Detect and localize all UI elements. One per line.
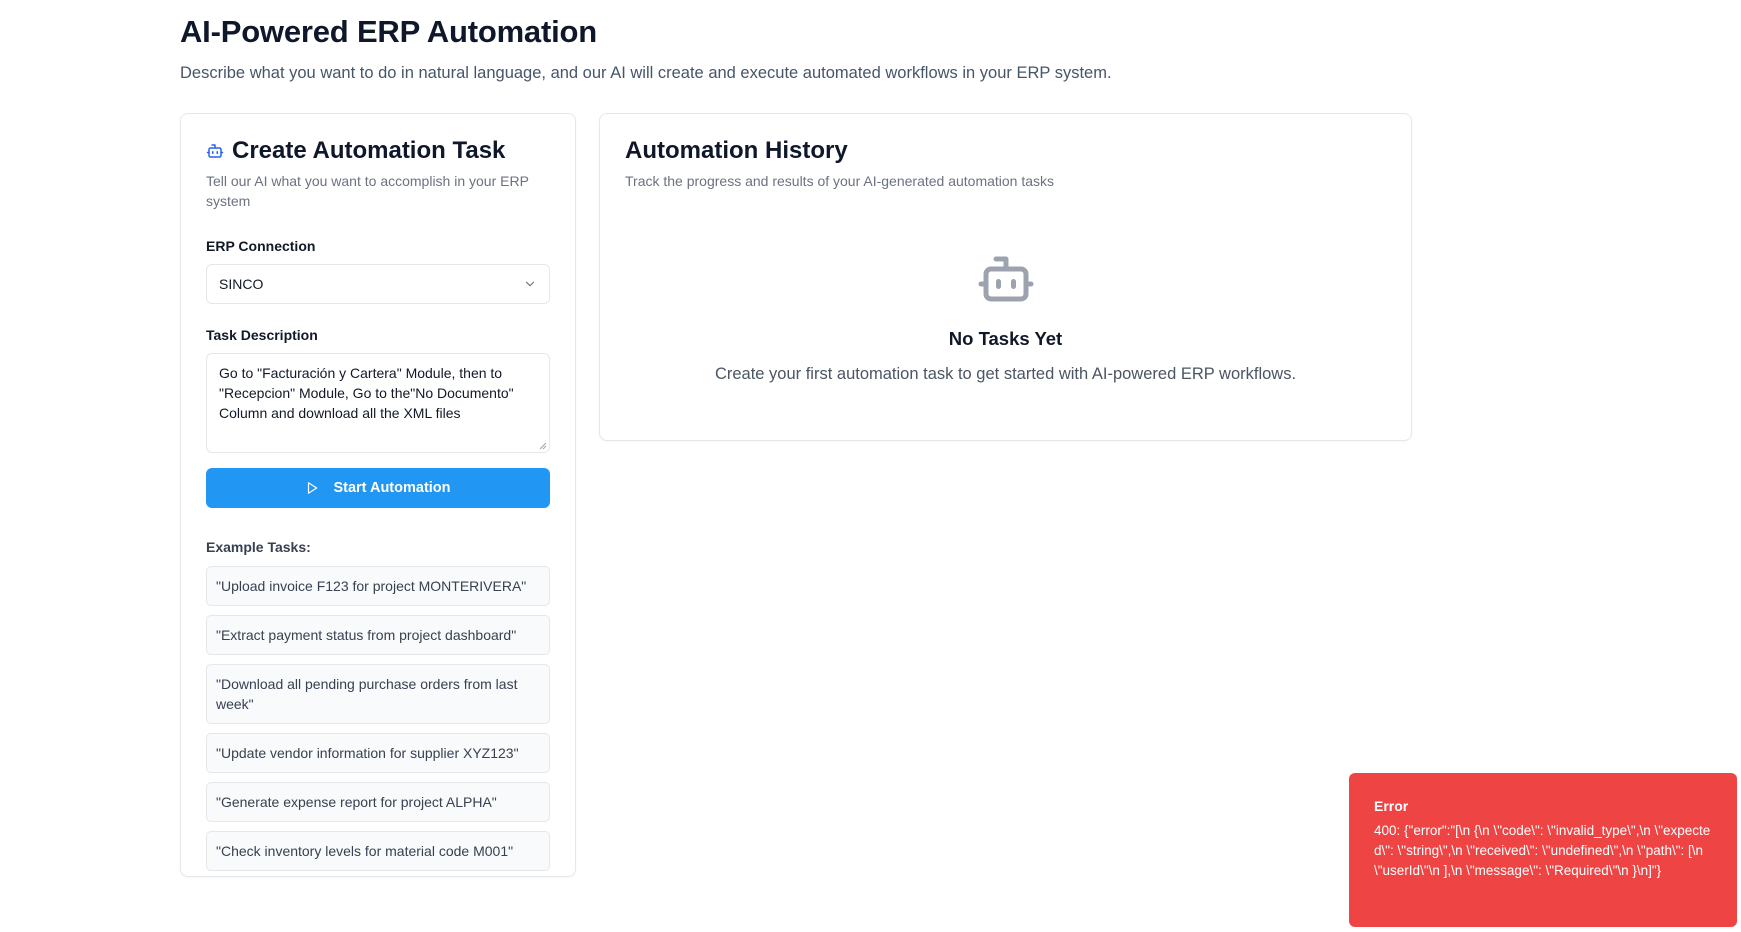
- empty-state-title: No Tasks Yet: [948, 328, 1063, 349]
- page-subtitle: Describe what you want to do in natural …: [180, 64, 1112, 82]
- resize-handle-icon[interactable]: [539, 442, 547, 450]
- page-title: AI-Powered ERP Automation: [180, 14, 597, 49]
- task-description-textarea[interactable]: Go to "Facturación y Cartera" Module, th…: [206, 353, 550, 453]
- bot-icon: [206, 142, 224, 160]
- error-toast[interactable]: Error 400: {"error":"[\n {\n \"code\": \…: [1349, 773, 1737, 927]
- empty-state: No Tasks Yet Create your first automatio…: [625, 249, 1386, 385]
- start-automation-label: Start Automation: [333, 480, 451, 496]
- erp-connection-label: ERP Connection: [206, 238, 316, 254]
- example-task-item[interactable]: "Download all pending purchase orders fr…: [206, 664, 550, 724]
- example-task-item[interactable]: "Extract payment status from project das…: [206, 615, 550, 655]
- error-toast-title: Error: [1374, 798, 1409, 814]
- create-task-card: Create Automation Task Tell our AI what …: [180, 113, 576, 877]
- example-task-item[interactable]: "Upload invoice F123 for project MONTERI…: [206, 566, 550, 606]
- automation-history-description: Track the progress and results of your A…: [625, 173, 1055, 189]
- example-task-item[interactable]: "Check inventory levels for material cod…: [206, 831, 550, 871]
- error-toast-message: 400: {"error":"[\n {\n \"code\": \"inval…: [1374, 823, 1711, 878]
- task-description-label: Task Description: [206, 327, 318, 343]
- empty-state-description: Create your first automation task to get…: [714, 365, 1297, 383]
- example-tasks-list: "Upload invoice F123 for project MONTERI…: [206, 566, 550, 871]
- play-icon: [305, 481, 319, 495]
- start-automation-button[interactable]: Start Automation: [206, 468, 550, 508]
- example-task-item[interactable]: "Update vendor information for supplier …: [206, 733, 550, 773]
- create-task-header: Create Automation Task: [206, 136, 550, 166]
- create-task-title: Create Automation Task: [232, 137, 506, 164]
- page-header: AI-Powered ERP Automation Describe what …: [180, 14, 1112, 84]
- create-task-description: Tell our AI what you want to accomplish …: [206, 173, 529, 209]
- automation-history-title: Automation History: [625, 137, 848, 164]
- chevron-down-icon: [523, 277, 537, 291]
- automation-history-card: Automation History Track the progress an…: [599, 113, 1412, 441]
- erp-connection-value: SINCO: [219, 276, 264, 292]
- example-task-item[interactable]: "Generate expense report for project ALP…: [206, 782, 550, 822]
- task-description-value: Go to "Facturación y Cartera" Module, th…: [219, 365, 514, 421]
- example-tasks-title: Example Tasks:: [206, 539, 311, 555]
- bot-icon: [976, 249, 1036, 309]
- erp-connection-select[interactable]: SINCO: [206, 264, 550, 304]
